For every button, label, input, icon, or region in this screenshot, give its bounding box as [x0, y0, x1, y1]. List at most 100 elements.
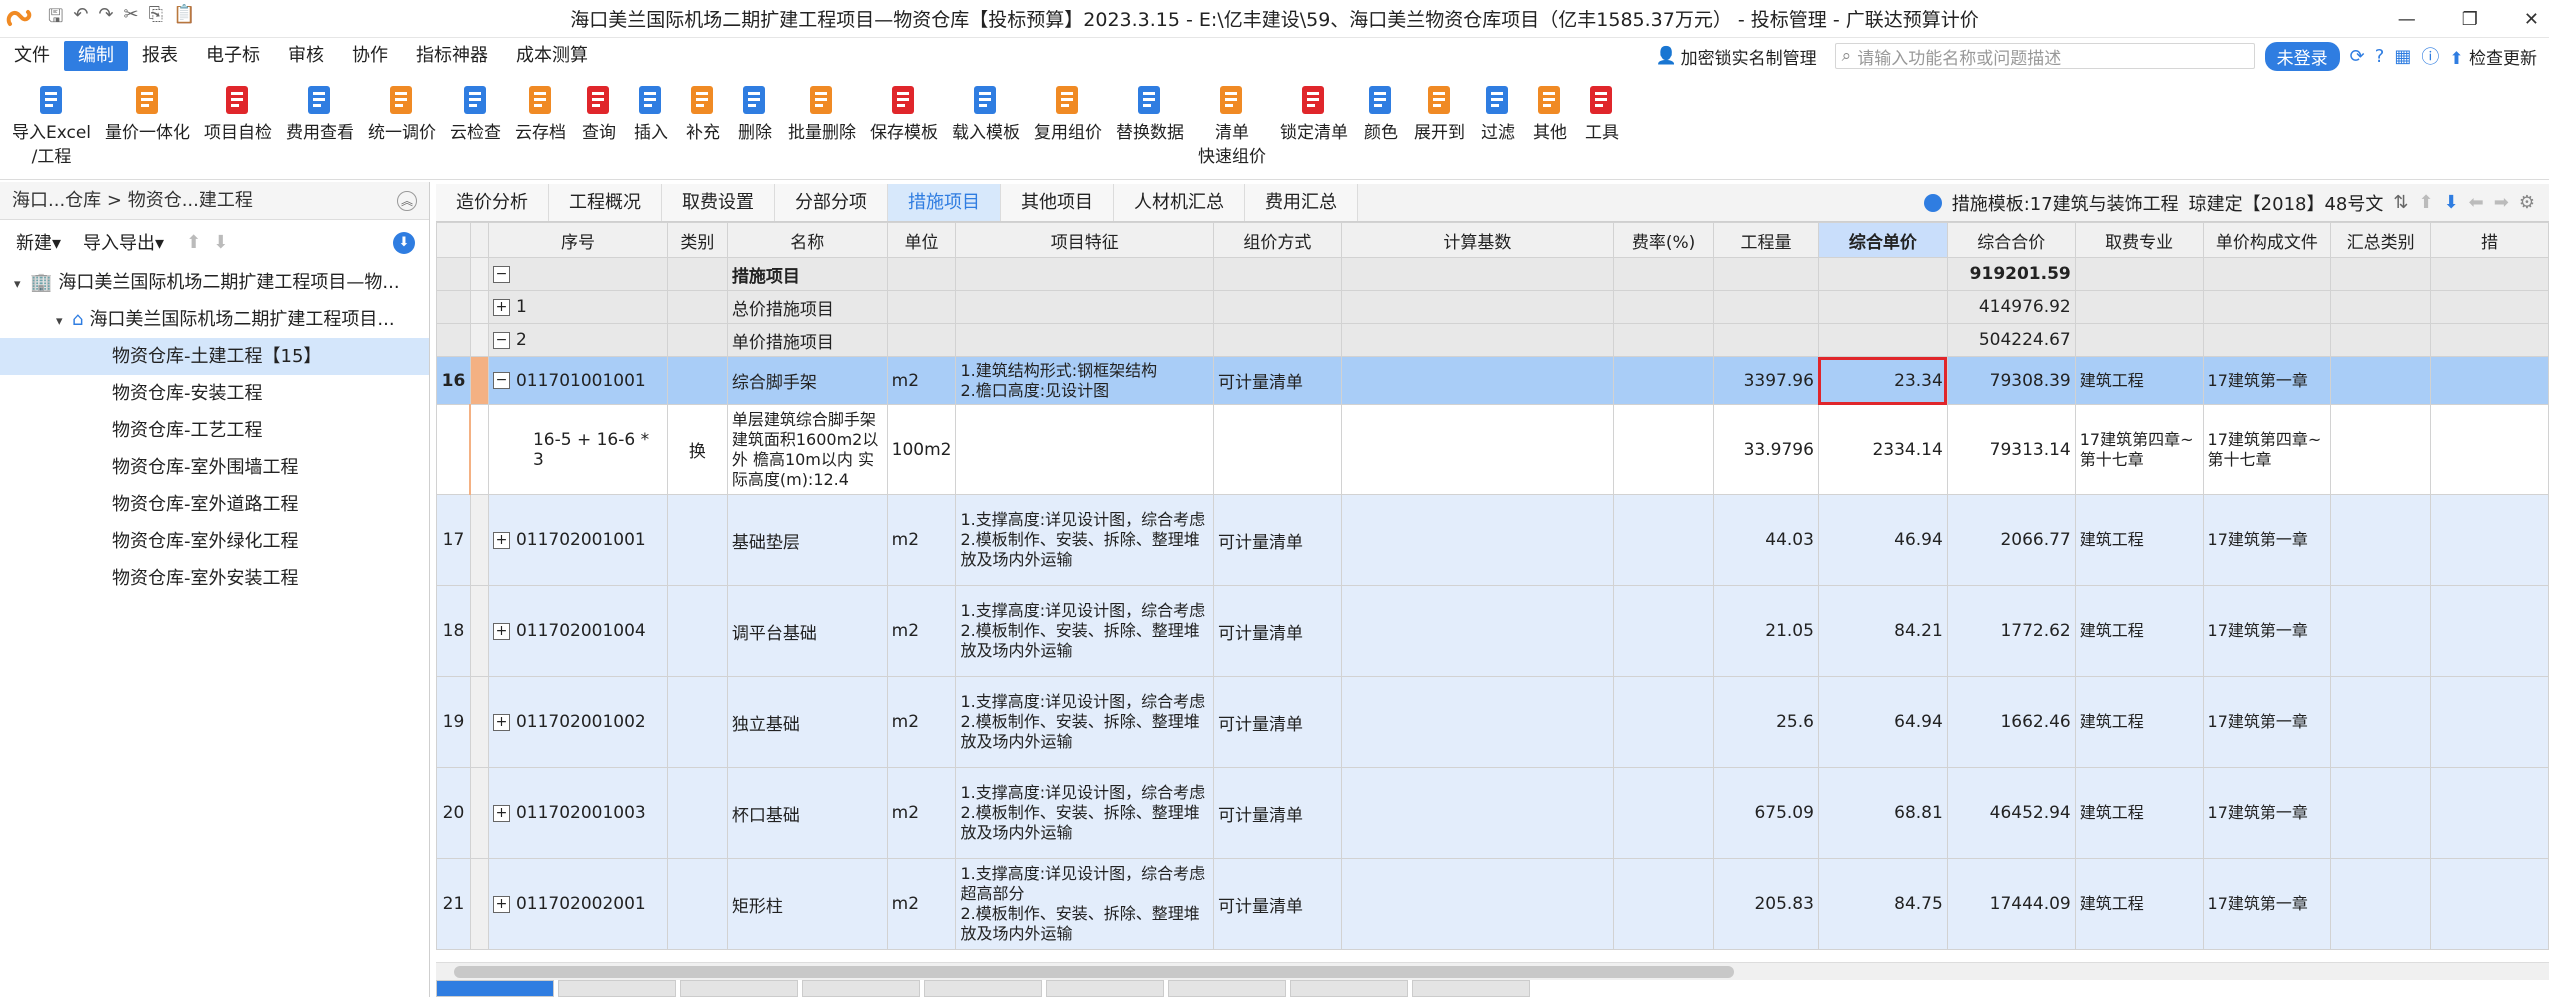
bottom-tab-9[interactable] [1412, 980, 1530, 997]
close-icon[interactable]: ✕ [2524, 9, 2539, 30]
cell-rate[interactable] [1613, 494, 1714, 586]
cell-file[interactable]: 17建筑第一章 [2202, 494, 2332, 586]
cell-method[interactable]: 可计量清单 [1212, 494, 1342, 586]
menu-collab[interactable]: 协作 [338, 41, 402, 71]
ribbon-button-2[interactable]: 项目自检 [204, 74, 272, 144]
tab-6[interactable]: 人材机汇总 [1114, 184, 1245, 221]
cell-major[interactable]: 建筑工程 [2074, 585, 2204, 677]
cell-file[interactable]: 17建筑第一章 [2202, 858, 2332, 950]
sort-icon[interactable]: ⇅ [2393, 192, 2408, 213]
cell-major[interactable] [2074, 290, 2204, 324]
cell-rate[interactable] [1613, 676, 1714, 768]
cell-qty[interactable] [1712, 323, 1819, 357]
header-type[interactable]: 类别 [666, 222, 728, 258]
cell-category[interactable] [2330, 494, 2432, 586]
ribbon-button-19[interactable]: 展开到 [1414, 74, 1465, 144]
expand-plus-icon[interactable]: + [492, 531, 510, 549]
cell-name[interactable]: 单价措施项目 [726, 323, 888, 357]
cell-method[interactable]: 可计量清单 [1212, 767, 1342, 859]
bottom-tab-2[interactable] [558, 980, 676, 997]
header-base[interactable]: 计算基数 [1340, 222, 1615, 258]
cell-category[interactable] [2330, 290, 2432, 324]
new-button[interactable]: 新建▾ [16, 229, 61, 255]
tab-4[interactable]: 措施项目 [888, 184, 1001, 221]
cell-method[interactable]: 可计量清单 [1212, 676, 1342, 768]
tree-node[interactable]: 物资仓库-室外绿化工程 [0, 523, 429, 560]
cell-feature[interactable]: 1.支撑高度:详见设计图，综合考虑 2.模板制作、安装、拆除、整理堆放及场内外运输 [955, 676, 1214, 768]
sync-icon[interactable]: ⟳ [2350, 46, 2365, 67]
cell-total[interactable]: 79313.14 [1946, 404, 2076, 495]
cell-rate[interactable] [1613, 356, 1714, 405]
cell-measure[interactable] [2430, 767, 2549, 859]
bottom-tab-7[interactable] [1168, 980, 1286, 997]
table-row[interactable]: 21 +011702002001 矩形柱 m2 1.支撑高度:详见设计图，综合考虑超高部… [436, 858, 2549, 950]
cell-major[interactable] [2074, 257, 2204, 291]
tree-node[interactable]: 物资仓库-室外围墙工程 [0, 449, 429, 486]
ribbon-button-16[interactable]: 清单 快速组价 [1198, 74, 1266, 168]
menu-cost-calc[interactable]: 成本测算 [502, 41, 602, 71]
expand-plus-icon[interactable]: + [492, 895, 510, 913]
cut-icon[interactable]: ✂ [124, 4, 139, 34]
cell-feature[interactable] [955, 323, 1214, 357]
cell-code[interactable]: +011702001001 [487, 494, 668, 586]
cell-measure[interactable] [2430, 257, 2549, 291]
cell-base[interactable] [1340, 404, 1615, 495]
cell-measure[interactable] [2430, 356, 2549, 405]
cell-code[interactable]: +011702001004 [487, 585, 668, 677]
cell-qty[interactable]: 675.09 [1712, 767, 1819, 859]
cell-total[interactable]: 17444.09 [1946, 858, 2076, 950]
ribbon-button-17[interactable]: 锁定清单 [1280, 74, 1348, 144]
tab-5[interactable]: 其他项目 [1001, 184, 1114, 221]
cell-feature[interactable]: 1.支撑高度:详见设计图，综合考虑 2.模板制作、安装、拆除、整理堆放及场内外运输 [955, 585, 1214, 677]
bottom-tab-3[interactable] [680, 980, 798, 997]
cell-unit-price[interactable]: 68.81 [1817, 767, 1948, 859]
check-update-button[interactable]: ⬆ 检查更新 [2449, 44, 2537, 69]
cell-qty[interactable]: 25.6 [1712, 676, 1819, 768]
cell-feature[interactable]: 1.支撑高度:详见设计图，综合考虑 2.模板制作、安装、拆除、整理堆放及场内外运输 [955, 494, 1214, 586]
cell-qty[interactable]: 205.83 [1712, 858, 1819, 950]
tree-expand-icon[interactable]: ▾ [56, 303, 72, 338]
ribbon-button-7[interactable]: 查询 [580, 74, 618, 144]
cell-major[interactable]: 建筑工程 [2074, 356, 2204, 405]
function-search-input[interactable]: ⌕ 请输入功能名称或问题描述 [1834, 43, 2255, 69]
cell-method[interactable] [1212, 404, 1342, 495]
ribbon-button-10[interactable]: 删除 [736, 74, 774, 144]
import-export-button[interactable]: 导入导出▾ [83, 229, 164, 255]
header-qty[interactable]: 工程量 [1712, 222, 1819, 258]
header-method[interactable]: 组价方式 [1212, 222, 1342, 258]
paste-icon[interactable]: 📋 [173, 4, 195, 34]
cell-qty[interactable] [1712, 257, 1819, 291]
cell-qty[interactable] [1712, 290, 1819, 324]
cell-rate[interactable] [1613, 404, 1714, 495]
cell-feature[interactable] [955, 290, 1214, 324]
cell-code[interactable]: +1 [487, 290, 668, 324]
collapse-minus-icon[interactable]: − [492, 331, 510, 349]
menu-e-bid[interactable]: 电子标 [192, 41, 274, 71]
cell-name[interactable]: 基础垫层 [726, 494, 888, 586]
cell-category[interactable] [2330, 323, 2432, 357]
cell-category[interactable] [2330, 858, 2432, 950]
encrypt-lock-button[interactable]: 👤 加密锁实名制管理 [1656, 44, 1817, 69]
tree-node[interactable]: 物资仓库-安装工程 [0, 375, 429, 412]
tree-node[interactable]: ▾ 🏢 海口美兰国际机场二期扩建工程项目—物... [0, 264, 429, 301]
cell-feature[interactable] [955, 257, 1214, 291]
ribbon-button-18[interactable]: 颜色 [1362, 74, 1400, 144]
ribbon-button-14[interactable]: 复用组价 [1034, 74, 1102, 144]
cell-code[interactable]: +011702002001 [487, 858, 668, 950]
tab-3[interactable]: 分部分项 [775, 184, 888, 221]
cell-rate[interactable] [1613, 257, 1714, 291]
cell-code[interactable]: 16-5 + 16-6 * 3 [487, 404, 668, 495]
cell-base[interactable] [1340, 323, 1615, 357]
cell-major[interactable]: 建筑工程 [2074, 676, 2204, 768]
table-row[interactable]: 17 +011702001001 基础垫层 m2 1.支撑高度:详见设计图，综合考虑 2.… [436, 494, 2549, 586]
table-row[interactable]: − 措施项目 919201.59 [436, 257, 2549, 291]
bottom-tab-1[interactable] [436, 980, 554, 997]
cell-measure[interactable] [2430, 494, 2549, 586]
cell-base[interactable] [1340, 585, 1615, 677]
cell-qty[interactable]: 21.05 [1712, 585, 1819, 677]
ribbon-button-5[interactable]: 云检查 [450, 74, 501, 144]
cell-major[interactable]: 建筑工程 [2074, 858, 2204, 950]
bottom-tab-6[interactable] [1046, 980, 1164, 997]
header-measure[interactable]: 措 [2430, 222, 2549, 258]
ribbon-button-9[interactable]: 补充 [684, 74, 722, 144]
